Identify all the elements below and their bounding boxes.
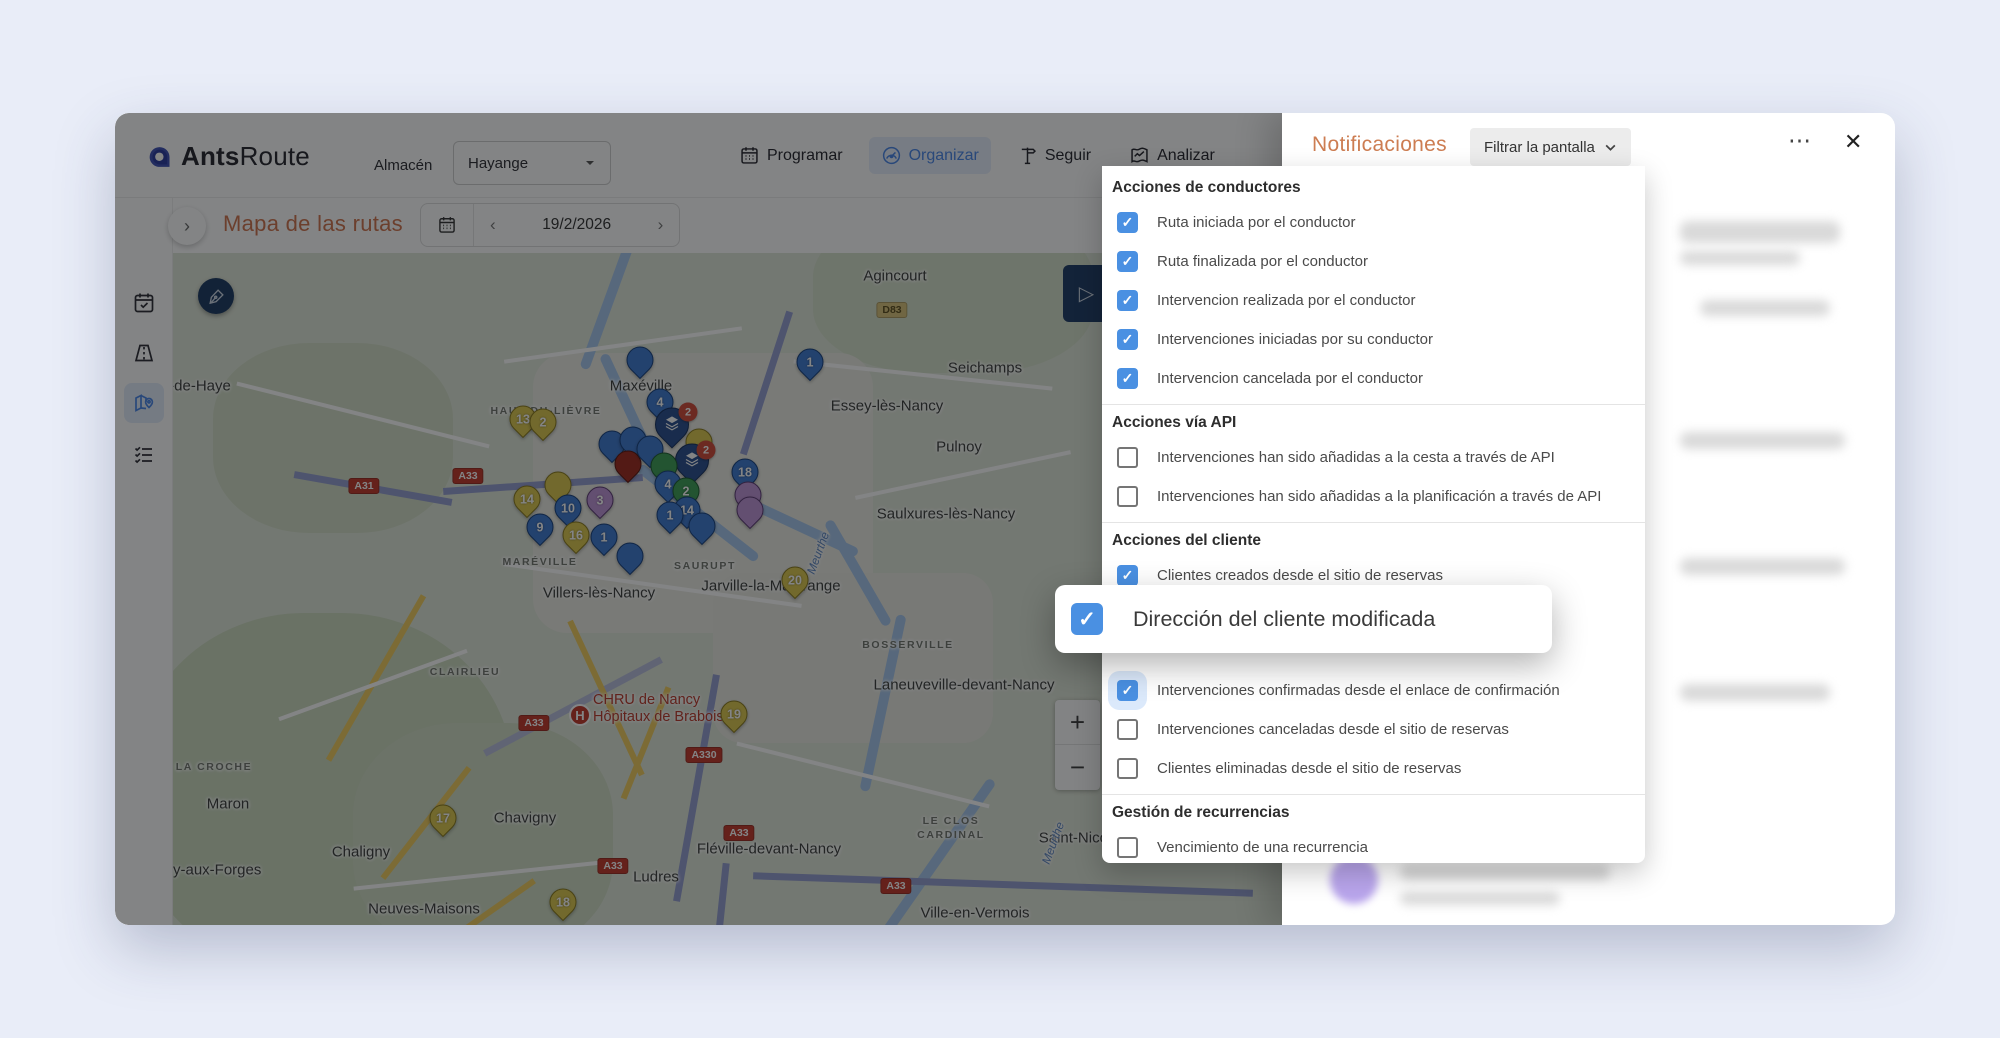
chevron-down-icon [1604,141,1617,154]
notifications-title: Notificaciones [1312,133,1447,157]
option-label: Clientes eliminadas desde el sitio de re… [1157,760,1461,777]
checkbox-checked[interactable]: ✓ [1117,329,1138,350]
notification-option-row[interactable]: ✓ Ruta finalizada por el conductor [1102,242,1645,281]
section-divider [1102,404,1645,405]
section-title: Gestión de recurrencias [1102,799,1645,828]
option-label: Vencimiento de una recurrencia [1157,839,1368,856]
more-options-button[interactable]: ⋯ [1788,127,1813,154]
blurred-avatar [1330,856,1378,904]
filter-screen-dropdown[interactable]: Filtrar la pantalla [1470,128,1631,166]
option-label: Intervenciones canceladas desde el sitio… [1157,721,1509,738]
option-label: Intervencion realizada por el conductor [1157,292,1416,309]
notification-option-row[interactable]: ✓ Intervenciones confirmadas desde el enl… [1102,671,1645,710]
checkbox-unchecked[interactable] [1117,486,1138,507]
option-label: Clientes creados desde el sitio de reser… [1157,567,1443,584]
filter-screen-label: Filtrar la pantalla [1484,139,1595,156]
blurred-notification [1680,684,1830,701]
checkbox-checked[interactable]: ✓ [1071,603,1103,635]
magnified-option-label: Dirección del cliente modificada [1133,607,1435,632]
blurred-notification [1680,251,1800,265]
notification-option-row[interactable]: Intervenciones canceladas desde el sitio… [1102,710,1645,749]
checkbox-unchecked[interactable] [1117,758,1138,779]
checkbox-checked[interactable]: ✓ [1117,290,1138,311]
notification-filter-dropdown: Acciones de conductores ✓ Ruta iniciada po… [1102,166,1645,863]
notification-option-row[interactable]: Intervenciones han sido añadidas a la ce… [1102,438,1645,477]
option-label: Intervenciones iniciadas por su conducto… [1157,331,1433,348]
checkbox-checked[interactable]: ✓ [1117,565,1138,586]
section-divider [1102,794,1645,795]
checkbox-unchecked[interactable] [1117,837,1138,858]
checkbox-checked[interactable]: ✓ [1117,251,1138,272]
blurred-notification [1400,864,1610,880]
section-title: Acciones vía API [1102,409,1645,438]
notification-option-row[interactable]: Clientes eliminadas desde el sitio de re… [1102,749,1645,788]
option-label: Intervenciones han sido añadidas a la ce… [1157,449,1555,466]
notification-option-row[interactable]: Vencimiento de una recurrencia [1102,828,1645,863]
option-label: Ruta finalizada por el conductor [1157,253,1368,270]
checkbox-checked[interactable]: ✓ [1117,368,1138,389]
notification-option-row[interactable]: ✓ Ruta iniciada por el conductor [1102,203,1645,242]
section-title: Acciones del cliente [1102,527,1645,556]
option-label: Intervenciones han sido añadidas a la pl… [1157,488,1601,505]
option-label: Ruta iniciada por el conductor [1157,214,1355,231]
notification-option-row[interactable]: Intervenciones han sido añadidas a la pl… [1102,477,1645,516]
notification-option-row[interactable]: ✓ Intervenciones iniciadas por su conduct… [1102,320,1645,359]
checkbox-unchecked[interactable] [1117,719,1138,740]
checkbox-checked[interactable]: ✓ [1117,212,1138,233]
blurred-notification [1400,892,1560,905]
checkbox-checked[interactable]: ✓ [1117,680,1138,701]
blurred-notification [1700,300,1830,316]
blurred-notification [1680,432,1845,449]
app-window: AntsRoute Almacén Hayange ProgramarOrgan… [115,113,1895,925]
blurred-notification [1680,558,1845,575]
close-panel-button[interactable]: ✕ [1844,129,1862,155]
option-label: Intervenciones confirmadas desde el enla… [1157,682,1560,699]
blurred-notification [1680,221,1840,243]
magnified-option-card[interactable]: ✓ Dirección del cliente modificada [1055,585,1552,653]
checkbox-unchecked[interactable] [1117,447,1138,468]
notification-option-row[interactable]: ✓ Intervencion realizada por el conductor [1102,281,1645,320]
section-divider [1102,522,1645,523]
section-title: Acciones de conductores [1102,174,1645,203]
option-label: Intervencion cancelada por el conductor [1157,370,1423,387]
notification-option-row[interactable]: ✓ Intervencion cancelada por el conductor [1102,359,1645,398]
